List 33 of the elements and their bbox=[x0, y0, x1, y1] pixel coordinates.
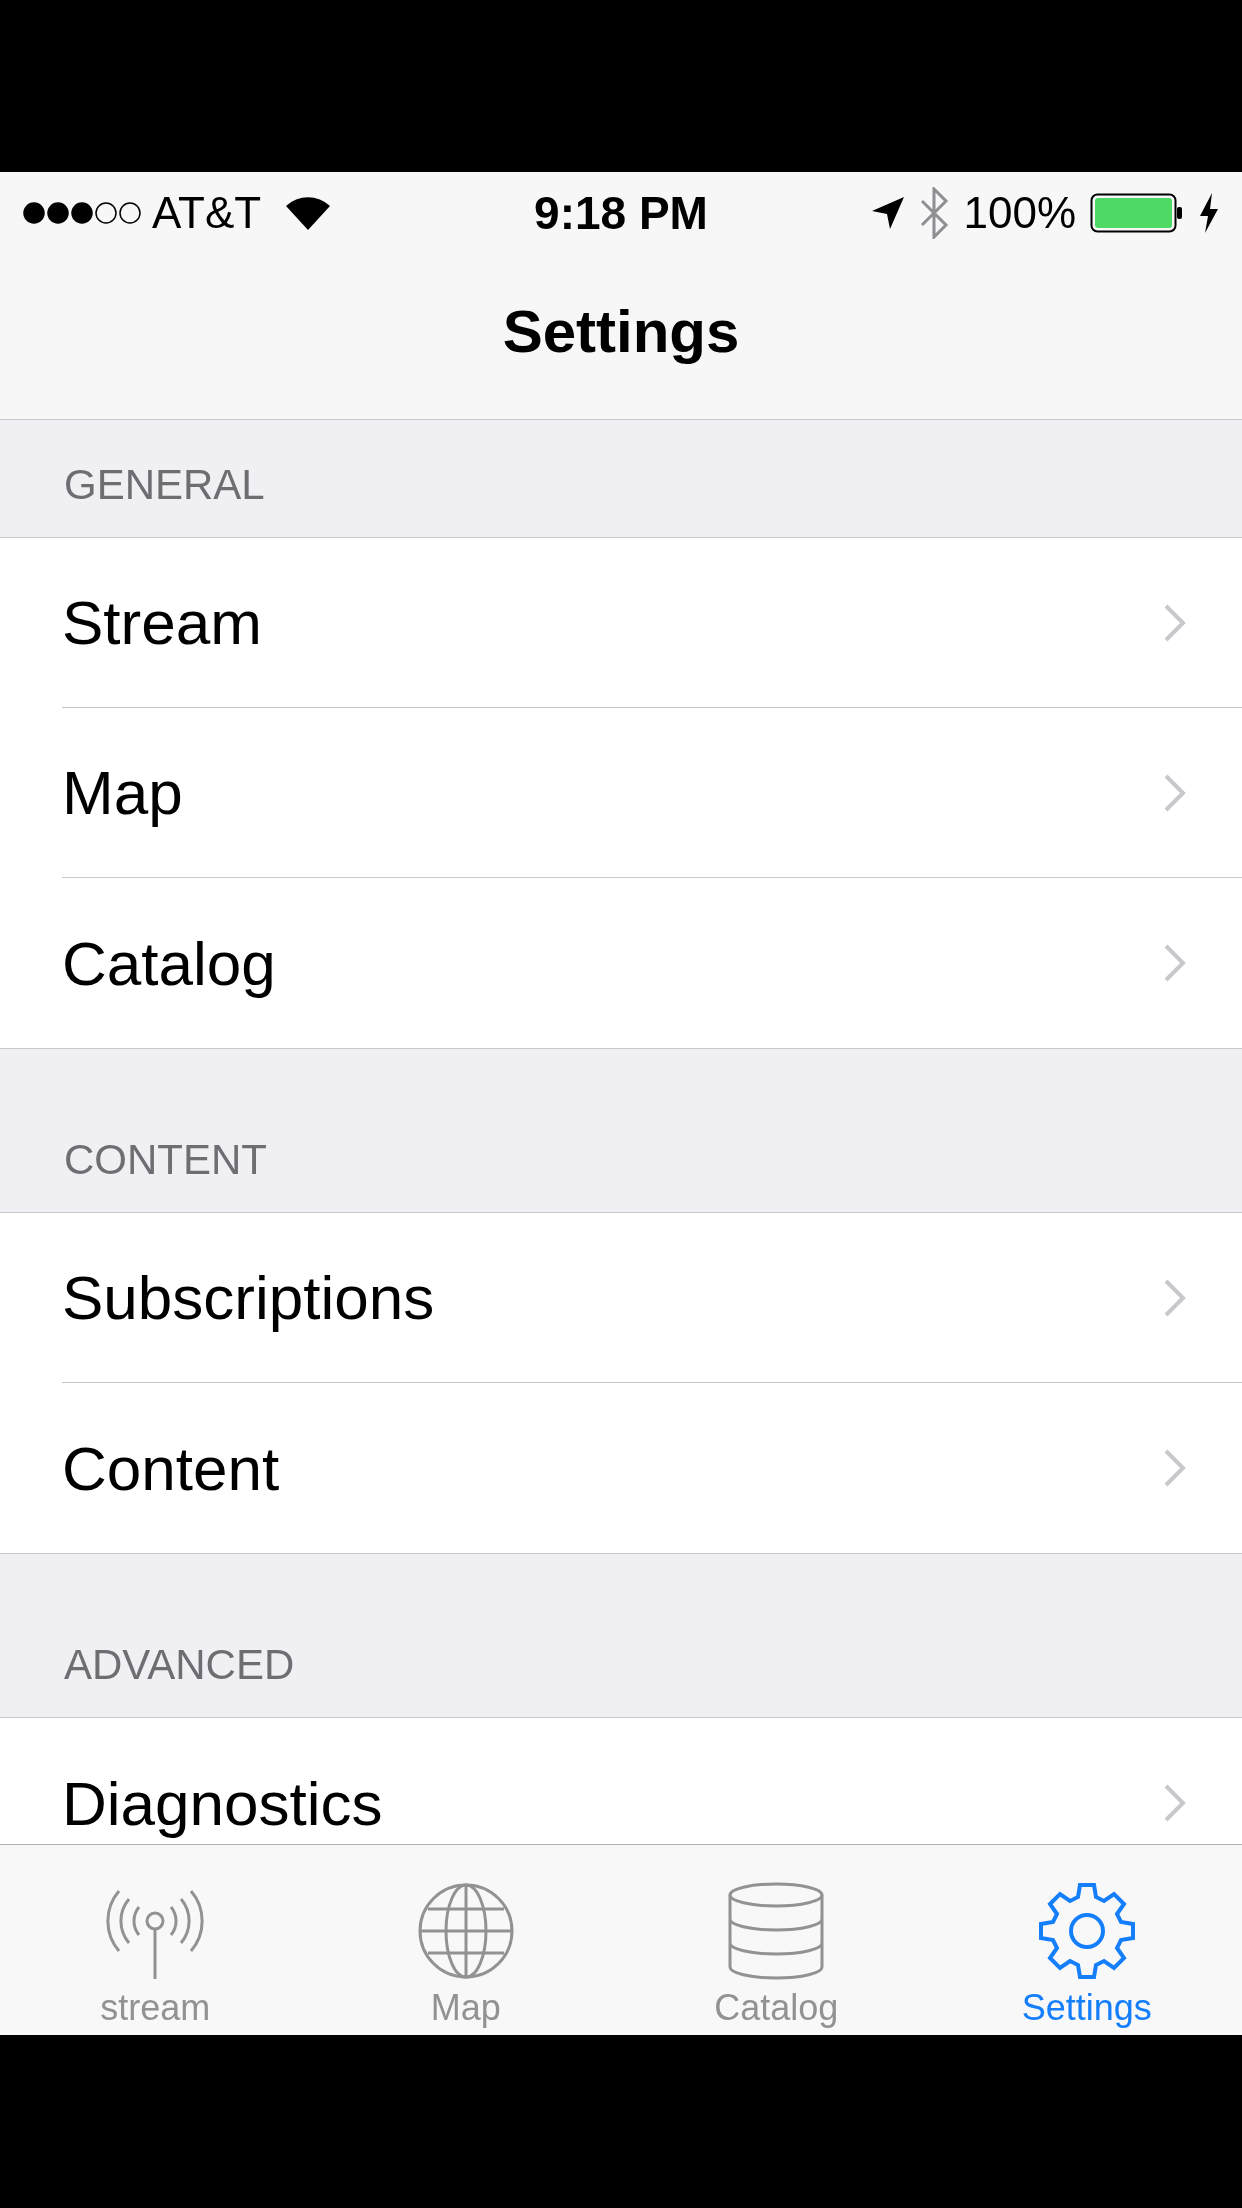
chevron-icon bbox=[1164, 773, 1186, 812]
settings-row[interactable]: Subscriptions bbox=[62, 1213, 1242, 1383]
row-label: Catalog bbox=[62, 927, 277, 999]
chevron-icon bbox=[1164, 1278, 1186, 1317]
nav-title: Settings bbox=[502, 297, 740, 366]
chevron-icon bbox=[1164, 1449, 1186, 1487]
signal-icon bbox=[22, 201, 142, 225]
settings-icon bbox=[1036, 1881, 1137, 1981]
section-header: GENERAL bbox=[64, 461, 265, 509]
row-label: Stream bbox=[62, 587, 263, 658]
battery-percent: 100% bbox=[963, 188, 1076, 238]
settings-row[interactable]: Map bbox=[62, 708, 1242, 878]
chevron-icon bbox=[1164, 1784, 1186, 1822]
row-label: Subscriptions bbox=[62, 1262, 436, 1333]
row-label: Diagnostics bbox=[62, 1767, 384, 1839]
database-icon bbox=[726, 1881, 827, 1981]
bluetooth-icon bbox=[919, 187, 950, 239]
row-label: Content bbox=[62, 1432, 281, 1504]
chevron-icon bbox=[1164, 944, 1186, 982]
section-header: CONTENT bbox=[64, 1136, 267, 1184]
battery-icon bbox=[1090, 193, 1184, 233]
location-arrow-icon bbox=[871, 196, 906, 230]
settings-row[interactable]: Content bbox=[62, 1383, 1242, 1553]
wifi-icon bbox=[285, 196, 332, 230]
settings-row[interactable]: Catalog bbox=[62, 878, 1242, 1048]
tab-item[interactable]: Settings bbox=[931, 1845, 1242, 2035]
carrier-label: AT&T bbox=[152, 188, 262, 238]
chevron-icon bbox=[1164, 603, 1186, 642]
row-label: Map bbox=[62, 757, 184, 828]
status-time: 9:18 PM bbox=[534, 186, 708, 240]
charging-icon bbox=[1198, 193, 1220, 233]
settings-row[interactable]: Stream bbox=[62, 538, 1242, 708]
section-header: ADVANCED bbox=[64, 1641, 295, 1689]
